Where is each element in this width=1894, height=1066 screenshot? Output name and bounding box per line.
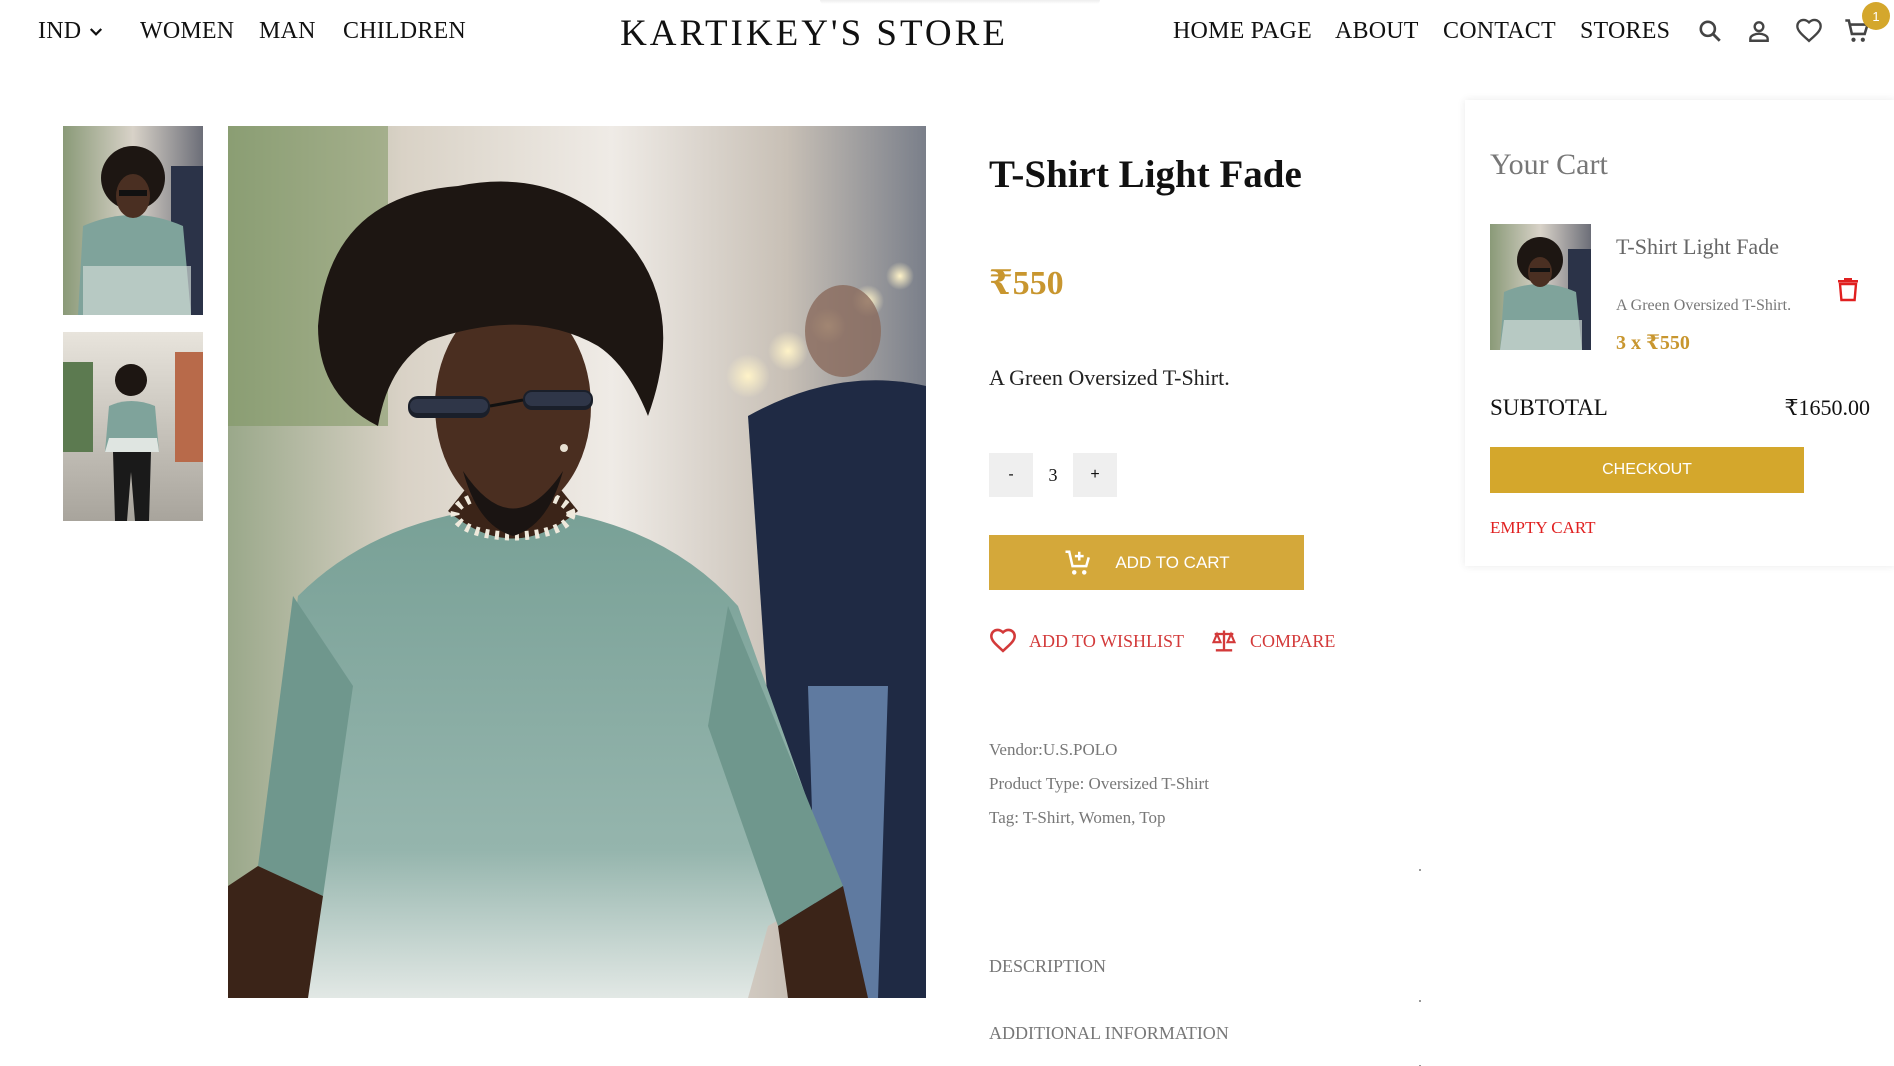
search-button[interactable] bbox=[1693, 14, 1727, 48]
nav-stores[interactable]: STORES bbox=[1580, 18, 1670, 45]
add-to-wishlist-label: ADD TO WISHLIST bbox=[1029, 630, 1185, 651]
product-main-image[interactable] bbox=[228, 126, 926, 998]
product-photo bbox=[228, 126, 926, 998]
accordion-additional-information[interactable]: ADDITIONAL INFORMATION bbox=[989, 1023, 1229, 1044]
heart-icon bbox=[1796, 18, 1822, 43]
cart-item-quantity-price: 3 x ₹550 bbox=[1616, 332, 1690, 354]
checkout-button[interactable]: CHECKOUT bbox=[1490, 447, 1804, 493]
accordion-description[interactable]: DESCRIPTION bbox=[989, 956, 1106, 977]
add-to-cart-button[interactable]: ADD TO CART bbox=[989, 535, 1304, 590]
product-thumbnail-1[interactable] bbox=[63, 126, 203, 315]
divider-dot bbox=[1419, 869, 1421, 871]
cart-item-description: A Green Oversized T-Shirt. bbox=[1616, 297, 1792, 314]
add-to-cart-label: ADD TO CART bbox=[1115, 552, 1230, 572]
trash-icon bbox=[1838, 278, 1858, 302]
product-price: ₹550 bbox=[989, 265, 1064, 302]
user-icon bbox=[1749, 21, 1769, 42]
quantity-decrease-button[interactable]: - bbox=[989, 453, 1033, 497]
add-cart-icon bbox=[1065, 550, 1091, 575]
product-type: Product Type: Oversized T-Shirt bbox=[989, 774, 1209, 793]
header-divider bbox=[820, 0, 1100, 4]
product-title: T-Shirt Light Fade bbox=[989, 153, 1302, 196]
thumbnail-image-closeup bbox=[63, 126, 203, 315]
account-button[interactable] bbox=[1742, 14, 1776, 48]
add-to-wishlist-link[interactable]: ADD TO WISHLIST bbox=[989, 627, 1184, 655]
compare-label: COMPARE bbox=[1250, 630, 1336, 651]
cart-button[interactable]: 1 bbox=[1840, 2, 1890, 48]
subtotal-label: SUBTOTAL bbox=[1490, 395, 1608, 420]
cart-item-name[interactable]: T-Shirt Light Fade bbox=[1616, 234, 1779, 260]
nav-about[interactable]: ABOUT bbox=[1335, 18, 1419, 45]
divider-dot bbox=[1419, 1000, 1421, 1002]
nav-home-page[interactable]: HOME PAGE bbox=[1173, 18, 1312, 45]
quantity-increase-button[interactable]: + bbox=[1073, 453, 1117, 497]
scale-icon bbox=[1211, 630, 1237, 652]
product-thumbnail-2[interactable] bbox=[63, 332, 203, 521]
heart-icon bbox=[990, 628, 1016, 653]
search-icon bbox=[1699, 20, 1721, 42]
quantity-stepper: - 3 + bbox=[989, 453, 1117, 497]
product-vendor: Vendor:U.S.POLO bbox=[989, 740, 1118, 759]
product-actions: ADD TO WISHLIST COMPARE bbox=[989, 627, 1335, 655]
cart-sidebar: Your Cart T-Shirt Light Fade A Green Ove… bbox=[1465, 100, 1894, 566]
quantity-value[interactable]: 3 bbox=[1033, 465, 1073, 486]
cart-item-image bbox=[1490, 224, 1591, 350]
compare-link[interactable]: COMPARE bbox=[1210, 627, 1335, 655]
nav-contact[interactable]: CONTACT bbox=[1443, 18, 1556, 45]
site-header: IND WOMEN MAN CHILDREN KARTIKEY'S STORE … bbox=[0, 0, 1894, 66]
thumbnail-image-walking bbox=[63, 332, 203, 521]
wishlist-button[interactable] bbox=[1792, 14, 1826, 48]
cart-count-badge: 1 bbox=[1862, 2, 1890, 30]
cart-item-thumbnail[interactable] bbox=[1490, 224, 1591, 350]
cart-title: Your Cart bbox=[1490, 148, 1608, 181]
product-meta: Vendor:U.S.POLO Product Type: Oversized … bbox=[989, 733, 1209, 835]
subtotal-value: ₹1650.00 bbox=[1784, 395, 1871, 420]
empty-cart-link[interactable]: EMPTY CART bbox=[1490, 518, 1596, 538]
product-short-description: A Green Oversized T-Shirt. bbox=[989, 365, 1230, 390]
remove-item-button[interactable] bbox=[1837, 276, 1859, 307]
product-tags: Tag: T-Shirt, Women, Top bbox=[989, 808, 1166, 827]
